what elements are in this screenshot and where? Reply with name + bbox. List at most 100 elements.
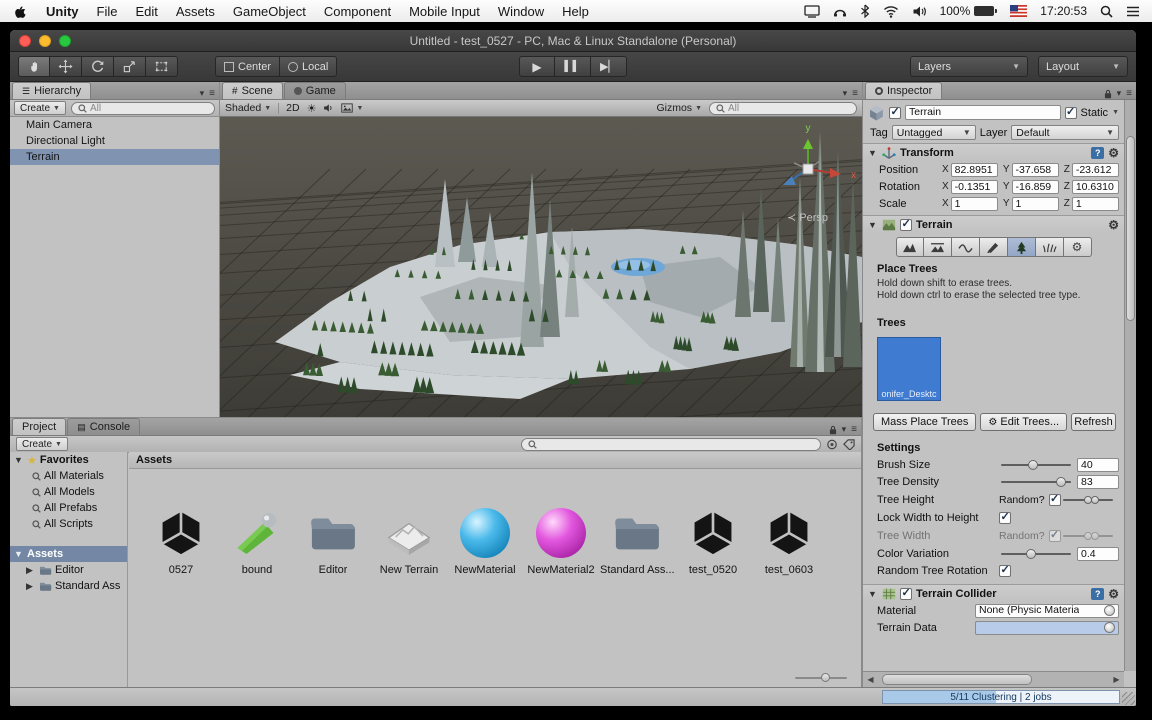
wifi-icon[interactable] bbox=[883, 5, 899, 18]
rect-tool-button[interactable] bbox=[146, 56, 178, 77]
effects-dropdown[interactable]: ▼ bbox=[341, 103, 363, 113]
favorite-all-scripts[interactable]: All Scripts bbox=[10, 516, 127, 532]
material-object-field[interactable]: None (Physic Materia bbox=[975, 604, 1119, 618]
lock-width-checkbox[interactable] bbox=[999, 512, 1011, 524]
panel-options-icon[interactable]: ≡ bbox=[852, 88, 858, 99]
layer-dropdown[interactable]: Default▼ bbox=[1011, 125, 1119, 140]
layers-dropdown[interactable]: Layers▼ bbox=[910, 56, 1028, 77]
window-titlebar[interactable]: Untitled - test_0527 - PC, Mac & Linux S… bbox=[10, 30, 1136, 52]
edit-trees-button[interactable]: ⚙Edit Trees... bbox=[980, 413, 1067, 431]
search-by-type-icon[interactable] bbox=[826, 439, 838, 450]
tree-prototype-thumbnail[interactable]: onifer_Desktc bbox=[877, 337, 941, 401]
gear-icon[interactable]: ⚙ bbox=[1108, 219, 1119, 231]
rotation-x-field[interactable]: -0.1351 bbox=[951, 180, 998, 194]
notification-center-icon[interactable] bbox=[1126, 6, 1140, 17]
foldout-icon[interactable]: ▼ bbox=[868, 220, 878, 230]
search-by-label-icon[interactable] bbox=[843, 439, 855, 450]
panel-options-icon[interactable]: ≡ bbox=[209, 88, 215, 99]
scrollbar-thumb[interactable] bbox=[882, 674, 1032, 685]
zoom-button[interactable] bbox=[59, 35, 71, 47]
tree-density-slider[interactable] bbox=[1001, 476, 1071, 488]
place-trees-button[interactable] bbox=[1008, 237, 1036, 257]
menubar-clock[interactable]: 17:20:53 bbox=[1040, 4, 1087, 18]
menu-help[interactable]: Help bbox=[553, 4, 598, 19]
battery-indicator[interactable]: 100% bbox=[940, 4, 998, 18]
folder-standard-assets[interactable]: ▶ Standard Ass bbox=[10, 578, 127, 594]
layout-dropdown[interactable]: Layout▼ bbox=[1038, 56, 1128, 77]
persp-label[interactable]: ≺ Persp bbox=[787, 212, 828, 224]
paint-details-button[interactable] bbox=[1036, 237, 1064, 257]
bluetooth-icon[interactable] bbox=[860, 4, 870, 18]
step-button[interactable]: ▶▏ bbox=[591, 56, 627, 77]
play-button[interactable]: ▶ bbox=[519, 56, 555, 77]
help-icon[interactable]: ? bbox=[1091, 147, 1104, 159]
terrain-data-object-field[interactable] bbox=[975, 621, 1119, 635]
panel-menu-icon[interactable]: ▾ bbox=[843, 88, 848, 99]
pivot-center-button[interactable]: Center bbox=[215, 56, 280, 77]
random-rotation-checkbox[interactable] bbox=[999, 565, 1011, 577]
favorite-all-prefabs[interactable]: All Prefabs bbox=[10, 500, 127, 516]
terrain-collider-header[interactable]: ▼ Terrain Collider ? ⚙ bbox=[863, 584, 1124, 602]
audio-toggle[interactable] bbox=[323, 103, 334, 113]
terrain-component-header[interactable]: ▼ Terrain ⚙ bbox=[863, 215, 1124, 233]
pivot-local-button[interactable]: Local bbox=[280, 56, 337, 77]
paint-texture-button[interactable] bbox=[980, 237, 1008, 257]
2d-toggle[interactable]: 2D bbox=[286, 102, 299, 114]
lock-icon[interactable] bbox=[829, 425, 837, 435]
paint-height-button[interactable] bbox=[924, 237, 952, 257]
asset-item[interactable]: Editor bbox=[295, 507, 371, 576]
static-checkbox[interactable] bbox=[1065, 107, 1077, 119]
spotlight-icon[interactable] bbox=[1100, 5, 1113, 18]
tab-game[interactable]: Game bbox=[284, 82, 346, 99]
hierarchy-search-input[interactable]: All bbox=[71, 102, 215, 115]
pause-button[interactable]: ▌▌ bbox=[555, 56, 591, 77]
tab-hierarchy[interactable]: ☰ Hierarchy bbox=[12, 82, 91, 99]
brush-size-field[interactable]: 40 bbox=[1077, 458, 1119, 472]
thumbnail-zoom-slider[interactable] bbox=[795, 673, 847, 683]
close-button[interactable] bbox=[19, 35, 31, 47]
tab-inspector[interactable]: Inspector bbox=[865, 82, 942, 99]
asset-item[interactable]: NewMaterial bbox=[447, 507, 523, 576]
favorites-root[interactable]: ▼ ★ Favorites bbox=[10, 452, 127, 468]
brush-size-slider[interactable] bbox=[1001, 459, 1071, 471]
scale-tool-button[interactable] bbox=[114, 56, 146, 77]
inspector-horizontal-scrollbar[interactable]: ◀ ▶ bbox=[863, 671, 1124, 687]
color-variation-field[interactable]: 0.4 bbox=[1077, 547, 1119, 561]
foldout-icon[interactable]: ▶ bbox=[26, 581, 36, 592]
position-y-field[interactable]: -37.658 bbox=[1012, 163, 1059, 177]
tree-width-random-checkbox[interactable] bbox=[1049, 530, 1061, 542]
tab-scene[interactable]: # Scene bbox=[222, 82, 283, 99]
menu-file[interactable]: File bbox=[88, 4, 127, 19]
inspector-vertical-scrollbar[interactable] bbox=[1124, 100, 1136, 671]
rotation-y-field[interactable]: -16.859 bbox=[1012, 180, 1059, 194]
gizmos-dropdown[interactable]: Gizmos▼ bbox=[656, 102, 702, 114]
tab-project[interactable]: Project bbox=[12, 418, 66, 435]
draw-mode-dropdown[interactable]: Shaded▼ bbox=[225, 102, 271, 114]
foldout-icon[interactable]: ▼ bbox=[868, 148, 878, 158]
object-picker-icon[interactable] bbox=[1104, 605, 1115, 616]
raise-lower-terrain-button[interactable] bbox=[896, 237, 924, 257]
asset-item[interactable]: test_0603 bbox=[751, 507, 827, 576]
foldout-icon[interactable]: ▼ bbox=[868, 589, 878, 599]
tab-console[interactable]: ▤ Console bbox=[67, 418, 140, 435]
gear-icon[interactable]: ⚙ bbox=[1108, 588, 1119, 600]
foldout-icon[interactable]: ▶ bbox=[26, 565, 36, 576]
component-enabled-checkbox[interactable] bbox=[900, 219, 912, 231]
menu-unity[interactable]: Unity bbox=[37, 4, 88, 19]
phone-icon[interactable] bbox=[833, 5, 847, 18]
rotation-z-field[interactable]: 10.6310 bbox=[1072, 180, 1119, 194]
panel-menu-icon[interactable]: ▾ bbox=[200, 88, 205, 99]
asset-item[interactable]: New Terrain bbox=[371, 507, 447, 576]
asset-item[interactable]: Standard Ass... bbox=[599, 507, 675, 576]
asset-item[interactable]: NewMaterial2 bbox=[523, 507, 599, 576]
gear-icon[interactable]: ⚙ bbox=[1108, 147, 1119, 159]
scroll-right-arrow[interactable]: ▶ bbox=[1109, 672, 1124, 687]
lighting-toggle[interactable]: ☀ bbox=[307, 102, 317, 115]
position-z-field[interactable]: -23.612 bbox=[1072, 163, 1119, 177]
color-variation-slider[interactable] bbox=[1001, 548, 1071, 560]
menu-assets[interactable]: Assets bbox=[167, 4, 224, 19]
active-checkbox[interactable] bbox=[889, 107, 901, 119]
scrollbar-thumb[interactable] bbox=[1126, 136, 1135, 321]
tag-dropdown[interactable]: Untagged▼ bbox=[892, 125, 976, 140]
rotate-tool-button[interactable] bbox=[82, 56, 114, 77]
